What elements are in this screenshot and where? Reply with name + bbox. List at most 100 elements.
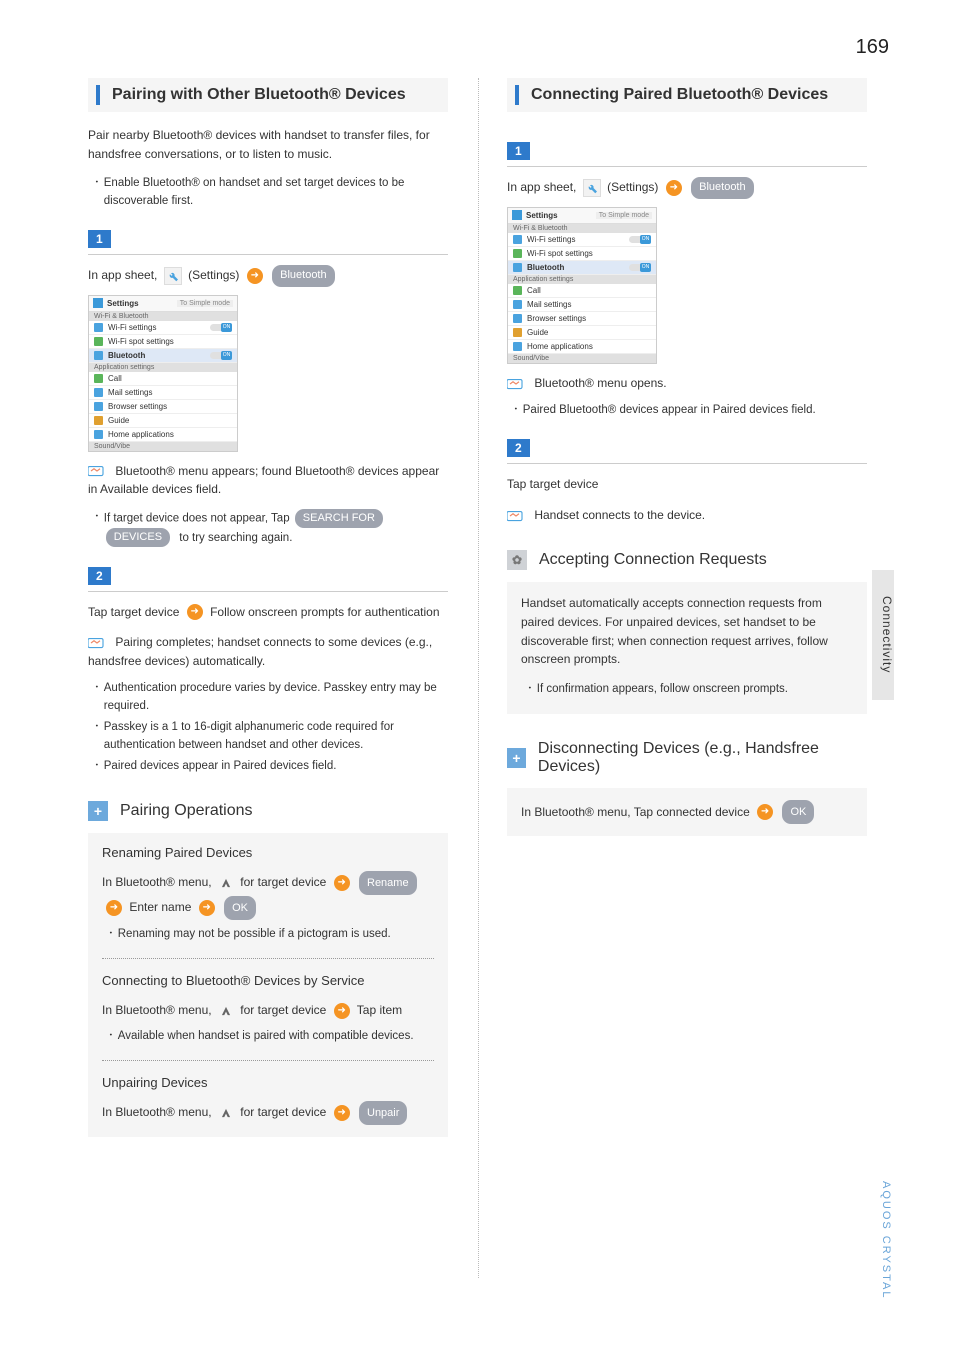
mini-row-browser: Browser settings <box>508 312 656 326</box>
mini-row-call: Call <box>89 372 237 386</box>
bluetooth-icon <box>513 263 522 272</box>
disconnecting-text: Disconnecting Devices (e.g., Handsfree D… <box>538 740 867 776</box>
mini-title: Settings <box>526 211 596 220</box>
note1-r-text: Bluetooth® menu opens. <box>534 376 666 390</box>
mini-wifi-label: Wi-Fi settings <box>527 235 629 244</box>
note1-text: Bluetooth® menu appears; found Bluetooth… <box>88 464 439 497</box>
bluetooth-icon <box>94 351 103 360</box>
step-2-badge-r: 2 <box>507 439 530 457</box>
home-icon <box>513 342 522 351</box>
bluetooth-pill: Bluetooth <box>691 177 753 199</box>
note1-bullet-b: to try searching again. <box>179 532 292 544</box>
ops2-bullet-text: Available when handset is paired with co… <box>118 1028 414 1046</box>
intro-bullet-text: Enable Bluetooth® on handset and set tar… <box>104 175 448 211</box>
step-2-row: Tap target device ➜ Follow onscreen prom… <box>88 602 448 624</box>
acc-body: Handset automatically accepts connection… <box>521 594 853 668</box>
ops1-row: In Bluetooth® menu, for target device ➜ … <box>102 870 434 920</box>
dashed-separator <box>102 958 434 959</box>
mini-bt-label: Bluetooth <box>108 351 210 360</box>
pairing-ops-title: + Pairing Operations <box>88 801 448 821</box>
result-icon <box>88 636 106 650</box>
bullet-dot-icon: ･ <box>94 509 100 548</box>
browser-icon <box>513 314 522 323</box>
mini-header: Settings To Simple mode <box>89 296 237 312</box>
ops2-b: for target device <box>240 1003 326 1017</box>
ops1-a: In Bluetooth® menu, <box>102 875 212 889</box>
wifi-icon <box>513 235 522 244</box>
page-number: 169 <box>856 36 889 59</box>
cog-icon: ✿ <box>507 550 527 570</box>
mini-row-home: Home applications <box>89 428 237 442</box>
pairing-ops-card: Renaming Paired Devices In Bluetooth® me… <box>88 833 448 1136</box>
ops2-c: Tap item <box>357 1003 402 1017</box>
note2-text: Pairing completes; handset connects to s… <box>88 635 432 668</box>
side-tab-connectivity: Connectivity <box>872 570 894 700</box>
arrow-icon: ➜ <box>757 804 773 820</box>
step2-text-b: Follow onscreen prompts for authenticati… <box>210 605 439 619</box>
step1-prefix-r: In app sheet, <box>507 180 576 194</box>
mini-wifispot-label: Wi-Fi spot settings <box>527 249 651 258</box>
mini-wifi-label: Wi-Fi settings <box>108 323 210 332</box>
toggle-icon: ON <box>210 323 232 332</box>
settings-icon <box>164 267 182 285</box>
unpair-pill: Unpair <box>359 1101 407 1125</box>
note2-b3-text: Paired devices appear in Paired devices … <box>104 758 337 776</box>
section-title-pairing: Pairing with Other Bluetooth® Devices <box>88 78 448 112</box>
note2-b1-text: Authentication procedure varies by devic… <box>104 680 448 716</box>
dashed-separator <box>102 1060 434 1061</box>
accept-requests-card: Handset automatically accepts connection… <box>507 582 867 713</box>
step-1-badge: 1 <box>88 230 111 248</box>
guide-icon <box>513 328 522 337</box>
toggle-icon: ON <box>210 351 232 360</box>
mini-home-label: Home applications <box>108 430 232 439</box>
ops2-bullet: ･Available when handset is paired with c… <box>108 1028 434 1046</box>
intro-text: Pair nearby Bluetooth® devices with hand… <box>88 126 448 163</box>
gear-icon <box>93 298 103 308</box>
toggle-icon: ON <box>629 263 651 272</box>
mini-row-guide: Guide <box>89 414 237 428</box>
mini-header: Settings To Simple mode <box>508 208 656 224</box>
bullet-dot-icon: ･ <box>94 680 100 716</box>
mini-cat-sound: Sound/Vibe <box>89 442 237 451</box>
mini-row-bluetooth: BluetoothON <box>508 261 656 275</box>
mini-cat-sound: Sound/Vibe <box>508 354 656 363</box>
mini-simple-mode: To Simple mode <box>596 212 652 219</box>
mail-icon <box>94 388 103 397</box>
mini-browser-label: Browser settings <box>108 402 232 411</box>
ok-pill: OK <box>224 896 256 920</box>
intro-bullet: ･ Enable Bluetooth® on handset and set t… <box>94 175 448 211</box>
mini-cat-app: Application settings <box>89 363 237 372</box>
ops1-bullet: ･Renaming may not be possible if a picto… <box>108 926 434 944</box>
note1-r-bullet: ･Paired Bluetooth® devices appear in Pai… <box>513 402 867 420</box>
arrow-icon: ➜ <box>666 180 682 196</box>
mini-mail-label: Mail settings <box>108 388 232 397</box>
ops3-title: Unpairing Devices <box>102 1075 434 1090</box>
arrow-icon: ➜ <box>334 875 350 891</box>
mini-cat-app: Application settings <box>508 275 656 284</box>
step-rule <box>88 591 448 592</box>
disconnecting-title: + Disconnecting Devices (e.g., Handsfree… <box>507 740 867 776</box>
step1-settings: (Settings) <box>188 268 239 282</box>
acc-bullet-text: If confirmation appears, follow onscreen… <box>537 681 788 699</box>
note2-b2-text: Passkey is a 1 to 16-digit alphanumeric … <box>104 719 448 755</box>
step2-r-text: Tap target device <box>507 477 598 491</box>
section-title-text: Pairing with Other Bluetooth® Devices <box>112 86 406 104</box>
home-icon <box>94 430 103 439</box>
disc-text: In Bluetooth® menu, Tap connected device <box>521 805 750 819</box>
note1-bullet-a: If target device does not appear, Tap <box>104 512 290 524</box>
mini-simple-mode: To Simple mode <box>177 300 233 307</box>
section-title-connecting: Connecting Paired Bluetooth® Devices <box>507 78 867 112</box>
mini-row-browser: Browser settings <box>89 400 237 414</box>
mini-home-label: Home applications <box>527 342 651 351</box>
step-2-row-r: Tap target device <box>507 474 867 496</box>
gear-icon <box>512 210 522 220</box>
mini-cat-wifi: Wi-Fi & Bluetooth <box>508 224 656 233</box>
wifispot-icon <box>94 337 103 346</box>
mini-browser-label: Browser settings <box>527 314 651 323</box>
mini-row-call: Call <box>508 284 656 298</box>
mini-row-mail: Mail settings <box>508 298 656 312</box>
ops3-a: In Bluetooth® menu, <box>102 1105 212 1119</box>
step-rule <box>507 166 867 167</box>
long-press-icon <box>218 1105 234 1121</box>
step2-text-a: Tap target device <box>88 605 179 619</box>
